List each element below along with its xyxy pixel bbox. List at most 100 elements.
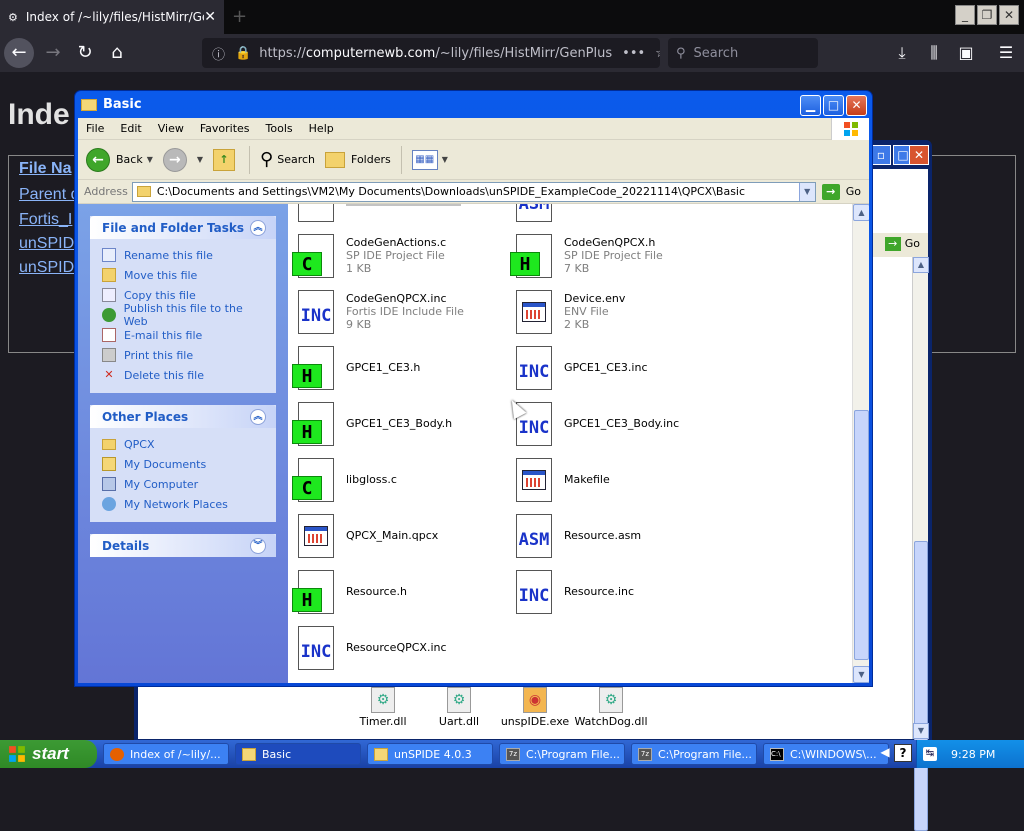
window-titlebar[interactable]: Basic bbox=[75, 91, 872, 118]
back-button[interactable]: ← Back ▼ bbox=[86, 147, 153, 172]
info-icon[interactable]: ⓘ bbox=[212, 44, 225, 63]
scroll-down-icon[interactable]: ▼ bbox=[853, 666, 869, 683]
task-rename[interactable]: Rename this file bbox=[102, 245, 266, 265]
chevron-down-icon[interactable]: ︾ bbox=[250, 537, 266, 554]
taskbar-button[interactable]: 7z C:\Program File... bbox=[499, 743, 625, 765]
list-item[interactable]: ⚙ Uart.dll bbox=[421, 685, 497, 741]
close-icon[interactable]: ✕ bbox=[846, 95, 867, 116]
menu-hamburger-icon[interactable]: ☰ bbox=[992, 38, 1020, 68]
downloads-icon[interactable]: ⤓ bbox=[888, 38, 916, 68]
volume-icon[interactable]: ◀ bbox=[878, 745, 892, 759]
menu-file[interactable]: File bbox=[78, 122, 112, 135]
forward-arrow-icon[interactable]: → bbox=[38, 38, 68, 68]
link-fortis[interactable]: Fortis_I bbox=[19, 211, 72, 229]
maximize-icon[interactable]: □ bbox=[823, 95, 844, 116]
chevron-down-icon[interactable]: ▼ bbox=[798, 182, 815, 201]
explorer-window[interactable]: Basic ▁ □ ✕ File Edit View Favorites Too… bbox=[74, 90, 873, 687]
go-button[interactable]: → Go bbox=[816, 183, 869, 200]
bg-minimize-icon[interactable]: ▫ bbox=[871, 145, 891, 165]
network-tray-icon[interactable]: ↹ bbox=[923, 747, 937, 761]
dropdown-arrow-icon[interactable]: ▼ bbox=[147, 155, 153, 164]
scroll-up-icon[interactable]: ▲ bbox=[913, 257, 929, 273]
table-header-file-name[interactable]: File Na bbox=[19, 160, 71, 178]
task-delete[interactable]: ✕ Delete this file bbox=[102, 365, 266, 385]
file-item[interactable]: H GPCE1_CE3.h bbox=[292, 344, 510, 396]
close-window-icon[interactable]: ✕ bbox=[999, 5, 1019, 25]
url-bar[interactable]: ⓘ 🔒 https:// computernewb.com /~lily/fil… bbox=[202, 38, 660, 68]
file-item[interactable]: INC Resource.inc bbox=[510, 568, 728, 620]
file-item[interactable]: ASM Fortis IDE ASM File25 KB bbox=[510, 204, 728, 228]
file-item[interactable]: INC ResourceQPCX.inc bbox=[292, 624, 510, 676]
file-item[interactable]: C CodeGenActions.c SP IDE Project File 1 KB bbox=[292, 232, 510, 284]
place-network[interactable]: My Network Places bbox=[102, 494, 266, 514]
bookmark-star-icon[interactable]: ☆ bbox=[655, 46, 660, 61]
close-tab-icon[interactable]: ✕ bbox=[204, 9, 216, 25]
list-item[interactable]: ◉ unspIDE.exe bbox=[497, 685, 573, 741]
new-tab-button[interactable]: + bbox=[232, 6, 247, 27]
list-item[interactable]: ⚙ WatchDog.dll bbox=[573, 685, 649, 741]
link-unspide-1[interactable]: unSPID bbox=[19, 235, 74, 253]
file-item[interactable]: Makefile bbox=[510, 456, 728, 508]
task-email[interactable]: E-mail this file bbox=[102, 325, 266, 345]
menu-edit[interactable]: Edit bbox=[112, 122, 149, 135]
place-qpcx[interactable]: QPCX bbox=[102, 434, 266, 454]
views-button[interactable]: ▦▦ ▼ bbox=[411, 149, 448, 170]
file-item[interactable]: H GPCE1_CE3_Body.h bbox=[292, 400, 510, 452]
home-icon[interactable]: ⌂ bbox=[102, 38, 132, 68]
file-view[interactable]: Fortis IDE Project File5 KB ASM Fortis IDE… bbox=[288, 204, 869, 683]
scroll-thumb[interactable] bbox=[854, 410, 869, 660]
scroll-down-icon[interactable]: ▼ bbox=[913, 723, 929, 739]
bg-close-icon[interactable]: ✕ bbox=[909, 145, 929, 165]
vertical-scrollbar[interactable]: ▲ ▼ bbox=[852, 204, 869, 683]
dropdown-arrow-icon[interactable]: ▼ bbox=[442, 155, 448, 164]
file-item[interactable]: QPCX_Main.qpcx bbox=[292, 512, 510, 564]
search-button[interactable]: ⚲ Search bbox=[260, 149, 315, 170]
up-folder-button[interactable]: ↑ bbox=[213, 148, 239, 171]
chevron-up-icon[interactable]: ︽ bbox=[250, 219, 266, 236]
menu-favorites[interactable]: Favorites bbox=[192, 122, 258, 135]
restore-icon[interactable]: ❐ bbox=[977, 5, 997, 25]
dropdown-arrow-icon[interactable]: ▼ bbox=[197, 155, 203, 164]
file-item[interactable]: Device.env ENV File 2 KB bbox=[510, 288, 728, 340]
file-item[interactable]: H Resource.h bbox=[292, 568, 510, 620]
link-parent-directory[interactable]: Parent d bbox=[19, 186, 79, 204]
place-my-documents[interactable]: My Documents bbox=[102, 454, 266, 474]
start-button[interactable]: start bbox=[0, 740, 97, 768]
sidebar-icon[interactable]: ▣ bbox=[952, 38, 980, 68]
minimize-icon[interactable]: ▁ bbox=[800, 95, 821, 116]
taskbar-button[interactable]: Basic bbox=[235, 743, 361, 765]
file-item[interactable]: INC GPCE1_CE3_Body.inc bbox=[510, 400, 728, 452]
library-icon[interactable]: ⫼ bbox=[920, 38, 948, 68]
task-publish[interactable]: Publish this file to the Web bbox=[102, 302, 266, 328]
bg-go-button[interactable]: → Go bbox=[884, 237, 920, 251]
menu-help[interactable]: Help bbox=[301, 122, 342, 135]
file-item[interactable]: H CodeGenQPCX.h SP IDE Project File 7 KB bbox=[510, 232, 728, 284]
task-move[interactable]: Move this file bbox=[102, 265, 266, 285]
taskbar-button[interactable]: 7z C:\Program File... bbox=[631, 743, 757, 765]
file-item[interactable]: INC GPCE1_CE3.inc bbox=[510, 344, 728, 396]
file-item[interactable]: Clibgloss.c bbox=[292, 456, 510, 508]
minimize-icon[interactable]: _ bbox=[955, 5, 975, 25]
taskbar-button[interactable]: C:\ C:\WINDOWS\... bbox=[763, 743, 889, 765]
menu-tools[interactable]: Tools bbox=[258, 122, 301, 135]
file-item[interactable]: ASM Resource.asm bbox=[510, 512, 728, 564]
browser-tab[interactable]: ⚙ Index of /~lily/files/HistMirr/GenPl ✕ bbox=[0, 0, 224, 34]
list-item[interactable]: ⚙ Timer.dll bbox=[345, 685, 421, 741]
scroll-up-icon[interactable]: ▲ bbox=[853, 204, 869, 221]
scroll-thumb[interactable] bbox=[914, 541, 928, 831]
back-arrow-icon[interactable]: ← bbox=[4, 38, 34, 68]
link-unspide-2[interactable]: unSPID bbox=[19, 259, 74, 277]
panel-header[interactable]: Other Places ︽ bbox=[90, 405, 276, 428]
help-icon[interactable]: ? bbox=[894, 744, 912, 762]
bg-scrollbar[interactable]: ▲ ▼ bbox=[912, 257, 929, 831]
page-actions-icon[interactable]: ••• bbox=[622, 46, 645, 61]
task-print[interactable]: Print this file bbox=[102, 345, 266, 365]
folders-button[interactable]: Folders bbox=[325, 151, 391, 168]
address-field[interactable]: C:\Documents and Settings\VM2\My Documen… bbox=[131, 181, 816, 202]
taskbar-button[interactable]: unSPIDE 4.0.3 bbox=[367, 743, 493, 765]
file-item[interactable]: INC CodeGenQPCX.inc Fortis IDE Include Fil… bbox=[292, 288, 510, 340]
file-item[interactable]: Fortis IDE Project File5 KB bbox=[292, 204, 510, 228]
place-my-computer[interactable]: My Computer bbox=[102, 474, 266, 494]
panel-header[interactable]: Details ︾ bbox=[90, 534, 276, 557]
taskbar-button[interactable]: Index of /~lily/... bbox=[103, 743, 229, 765]
